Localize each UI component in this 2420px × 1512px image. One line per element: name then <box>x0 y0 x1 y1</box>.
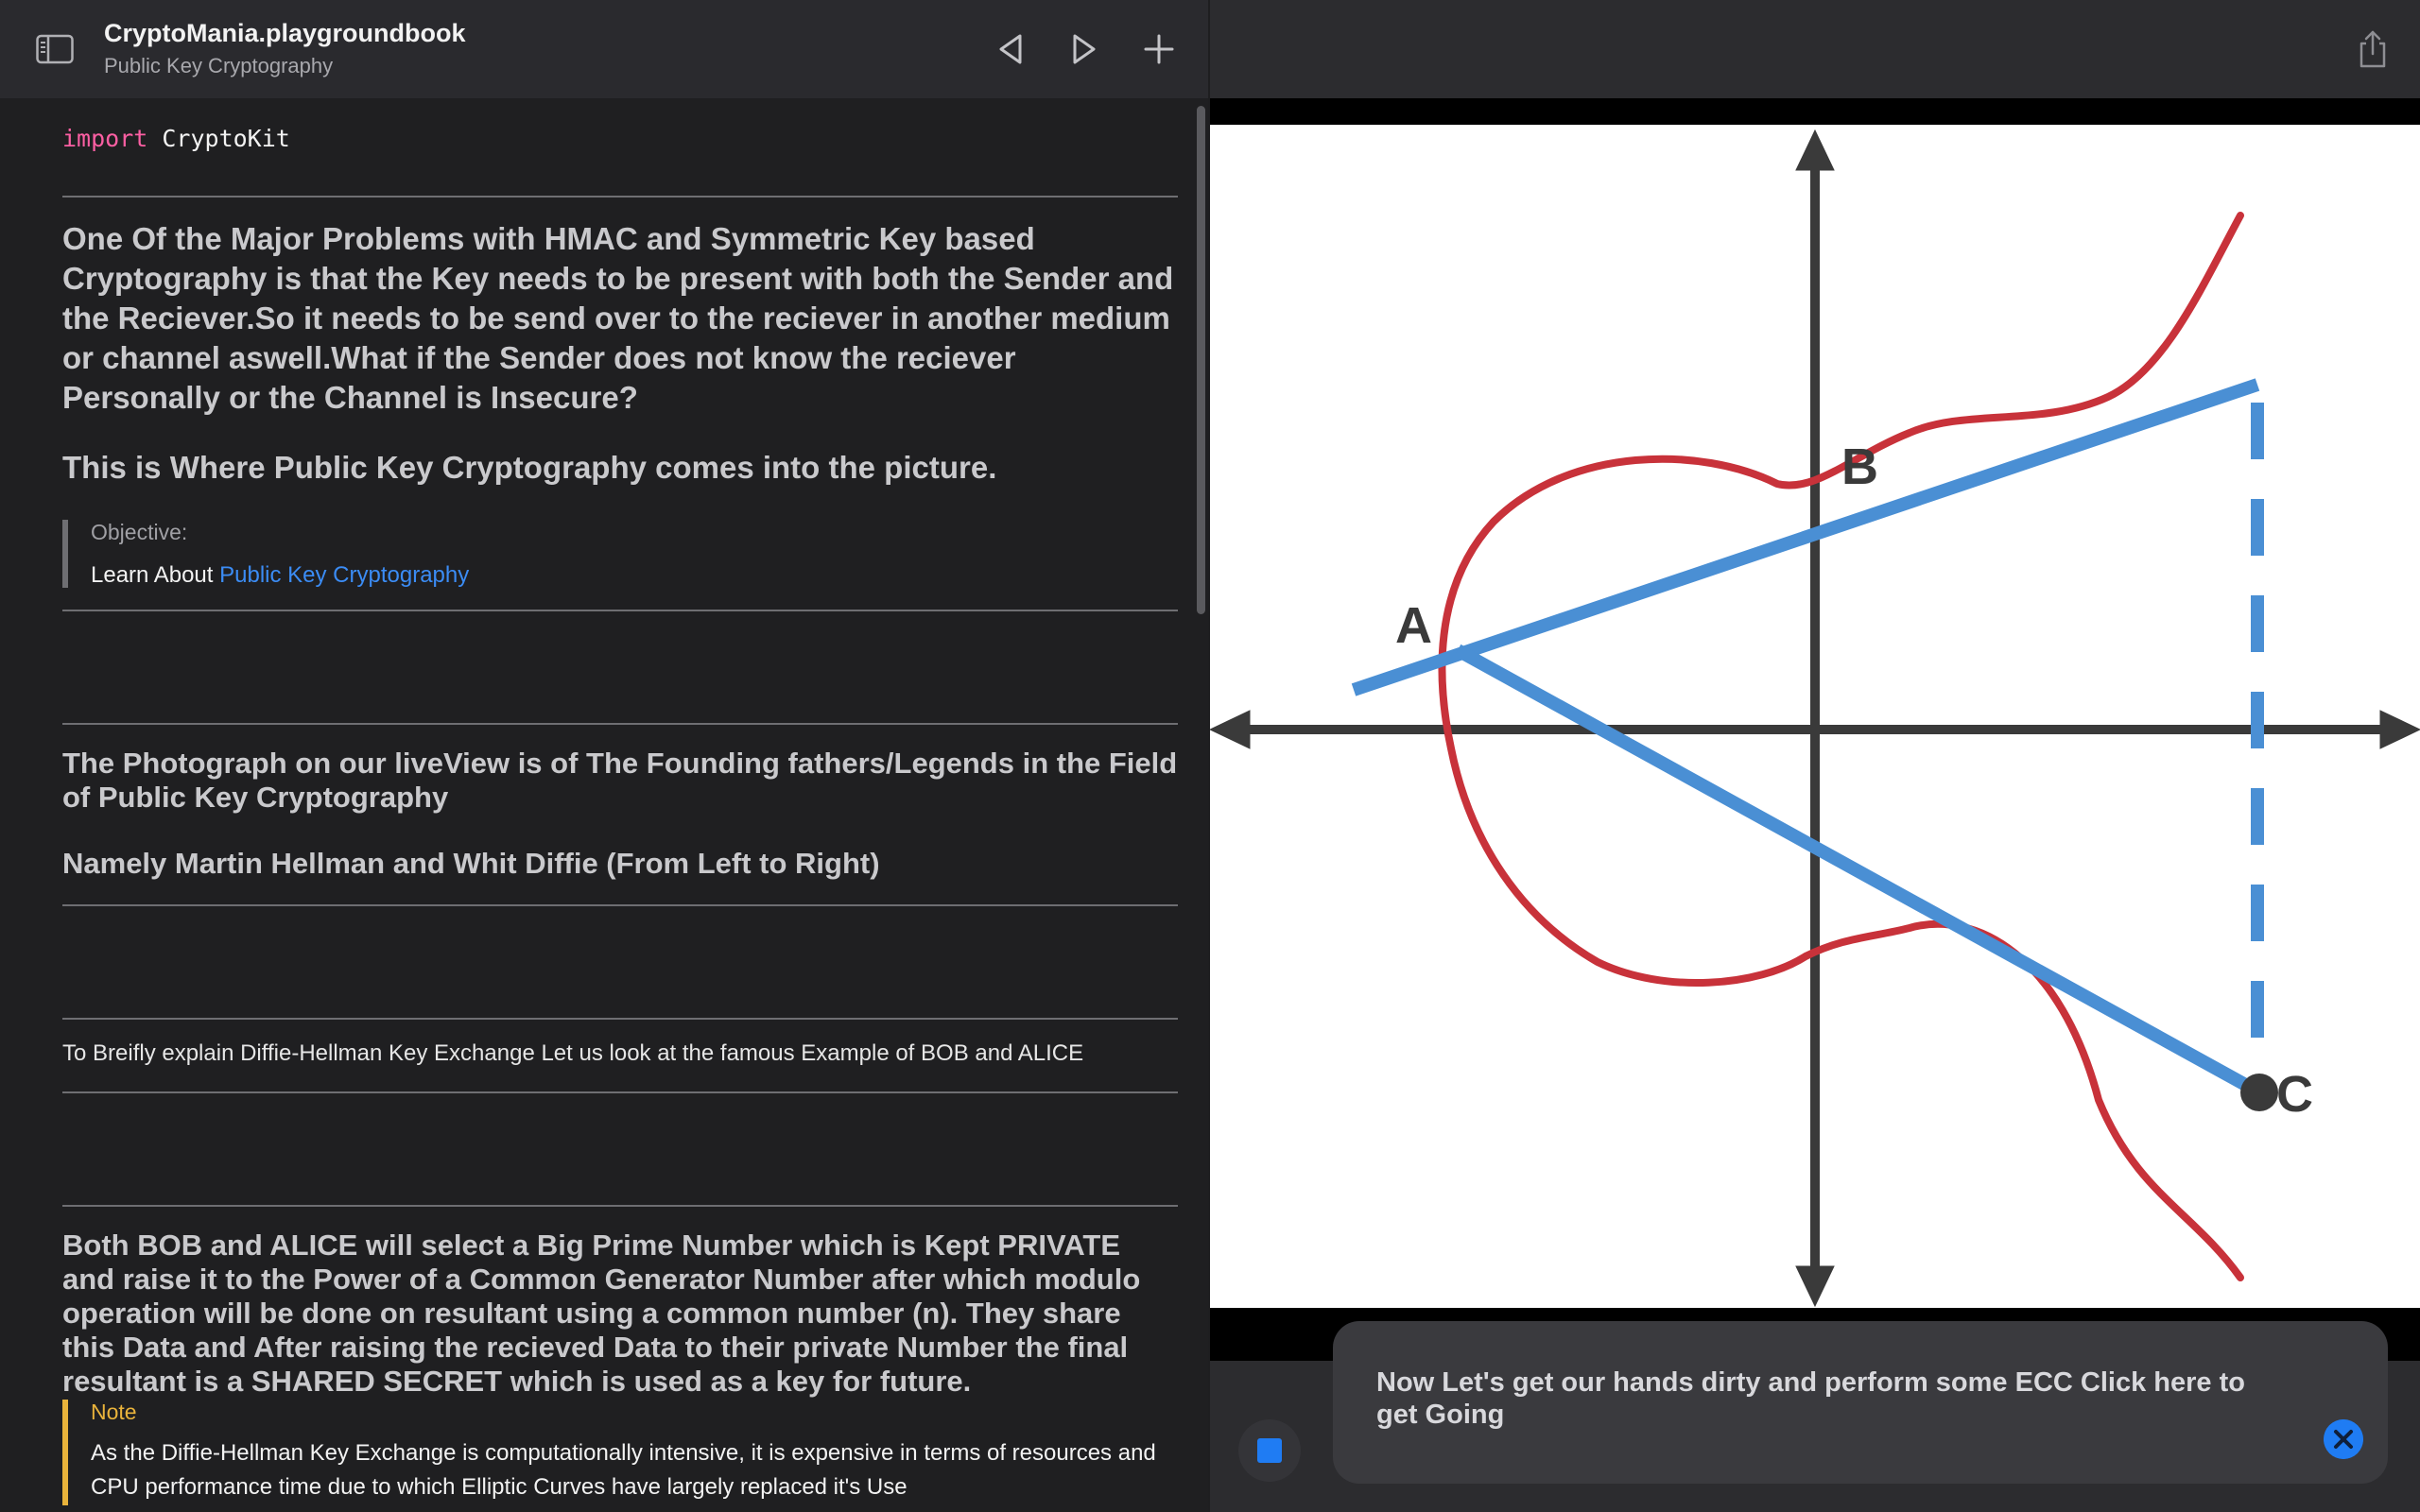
forward-triangle-icon[interactable] <box>1064 30 1102 68</box>
back-triangle-icon[interactable] <box>993 30 1030 68</box>
live-view-pane: A B C <box>1210 0 2420 1512</box>
label-b: B <box>1841 438 1878 495</box>
intro-paragraph: One Of the Major Problems with HMAC and … <box>62 221 1174 415</box>
editor-scrollbar[interactable] <box>1193 98 1208 1512</box>
stop-icon <box>1257 1438 1282 1463</box>
import-statement[interactable]: import CryptoKit <box>62 125 290 152</box>
objective-body: Learn About Public Key Cryptography <box>91 562 1193 589</box>
live-view[interactable]: A B C <box>1210 98 2420 1361</box>
objective-link[interactable]: Public Key Cryptography <box>219 562 469 588</box>
app-title: CryptoMania.playgroundbook <box>104 19 466 47</box>
divider <box>62 1205 1178 1207</box>
label-a: A <box>1395 597 1432 654</box>
import-keyword: import <box>62 125 148 152</box>
title-bar: CryptoMania.playgroundbook Public Key Cr… <box>0 0 1208 98</box>
stop-button[interactable] <box>1238 1419 1301 1482</box>
dh-paragraph: Both BOB and ALICE will select a Big Pri… <box>62 1228 1141 1398</box>
label-c: C <box>2276 1066 2313 1123</box>
explain-line: To Breifly explain Diffie-Hellman Key Ex… <box>62 1040 1084 1066</box>
point-c <box>2240 1074 2278 1111</box>
divider <box>62 196 1178 198</box>
divider <box>62 610 1178 611</box>
live-view-toast[interactable]: Now Let's get our hands dirty and perfor… <box>1333 1321 2388 1484</box>
plus-icon[interactable] <box>1140 30 1178 68</box>
intro-heading: This is Where Public Key Cryptography co… <box>62 450 997 485</box>
scroll-thumb[interactable] <box>1197 106 1205 614</box>
elliptic-curve-figure: A B C <box>1210 125 2420 1308</box>
code-editor[interactable]: import CryptoKit One Of the Major Proble… <box>0 98 1193 1512</box>
share-icon[interactable] <box>2354 28 2392 70</box>
module-name: CryptoKit <box>162 125 290 152</box>
note-callout: Note As the Diffie-Hellman Key Exchange … <box>62 1400 1193 1505</box>
photo-heading: The Photograph on our liveView is of The… <box>62 747 1178 814</box>
intro-heading-block: This is Where Public Key Cryptography co… <box>62 448 1178 488</box>
photo-heading-block: The Photograph on our liveView is of The… <box>62 747 1178 815</box>
divider <box>62 1018 1178 1020</box>
note-body: As the Diffie-Hellman Key Exchange is co… <box>91 1440 1156 1500</box>
objective-callout: Objective: Learn About Public Key Crypto… <box>62 520 1193 588</box>
sidebar-icon[interactable] <box>36 34 74 64</box>
live-view-toolbar <box>1210 0 2420 98</box>
note-title: Note <box>91 1400 137 1424</box>
objective-title: Objective: <box>91 520 188 544</box>
objective-prefix: Learn About <box>91 562 214 588</box>
dh-paragraph-block: Both BOB and ALICE will select a Big Pri… <box>62 1228 1178 1399</box>
page-subtitle: Public Key Cryptography <box>104 54 334 77</box>
names-heading: Namely Martin Hellman and Whit Diffie (F… <box>62 847 880 880</box>
names-heading-block: Namely Martin Hellman and Whit Diffie (F… <box>62 847 1178 881</box>
toast-message[interactable]: Now Let's get our hands dirty and perfor… <box>1376 1366 2284 1431</box>
editor-pane: CryptoMania.playgroundbook Public Key Cr… <box>0 0 1208 1512</box>
divider <box>62 904 1178 906</box>
divider <box>62 1091 1178 1093</box>
divider <box>62 723 1178 725</box>
intro-paragraph-block: One Of the Major Problems with HMAC and … <box>62 219 1178 418</box>
close-icon[interactable] <box>2324 1419 2363 1459</box>
title-block: CryptoMania.playgroundbook Public Key Cr… <box>104 19 466 78</box>
